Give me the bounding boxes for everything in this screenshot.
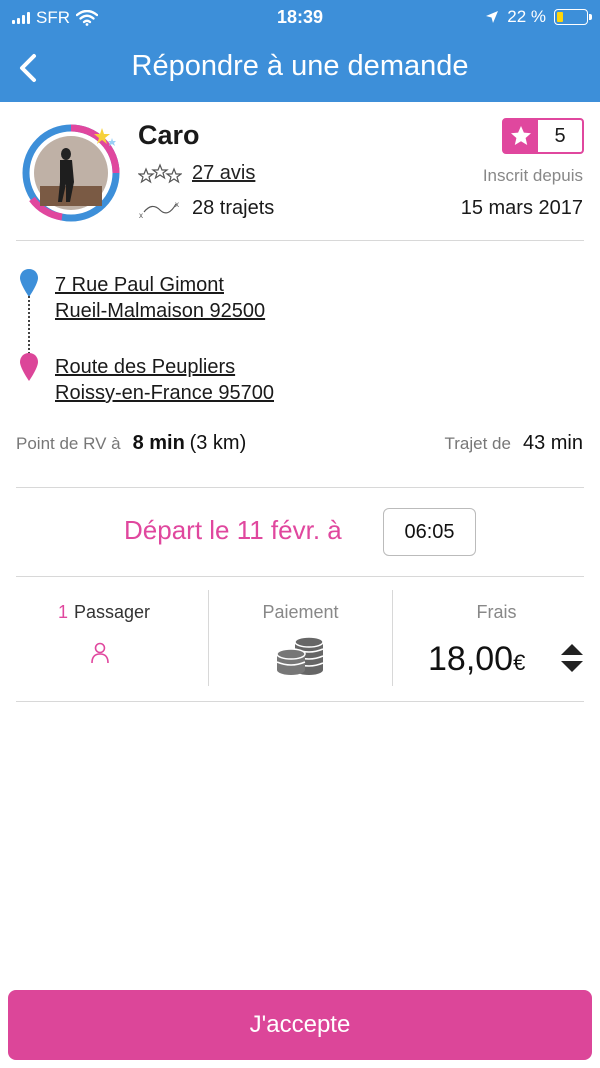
driver-name: Caro [138, 120, 200, 150]
reviews-link[interactable]: 27 avis [192, 162, 255, 185]
driver-profile: Caro 27 avis x x 28 trajets 5 Inscrit de… [0, 102, 600, 242]
passenger-column[interactable]: 1 Passager [0, 576, 208, 701]
header-bar: SFR 18:39 22 % Répondre à une demande [0, 0, 600, 102]
departure-time-field[interactable]: 06:05 [383, 508, 476, 556]
destination-city[interactable]: Roissy-en-France 95700 [55, 380, 274, 406]
navigation-bar: Répondre à une demande [0, 36, 600, 102]
divider [16, 240, 584, 241]
trip-duration-info: Trajet de 43 min [445, 432, 584, 455]
svg-text:x: x [139, 211, 143, 220]
accept-button[interactable]: J'accepte [8, 990, 592, 1060]
destination-pin-icon [20, 353, 38, 381]
trip-duration-label: Trajet de [444, 434, 511, 453]
member-since-date: 15 mars 2017 [460, 197, 583, 219]
origin-pin-icon [20, 269, 38, 297]
rating-value: 5 [554, 124, 566, 147]
price-stepper-icon[interactable] [560, 642, 584, 674]
trip-duration-value: 43 min [522, 432, 583, 454]
passenger-label-row: 1 Passager [0, 602, 208, 623]
origin-street[interactable]: 7 Rue Paul Gimont [55, 272, 265, 298]
payment-column[interactable]: Paiement [209, 576, 392, 701]
passenger-count: 1 [57, 602, 68, 622]
divider [16, 701, 584, 702]
meeting-point-info: Point de RV à 8 min (3 km) [16, 432, 246, 455]
trips-count: 28 trajets [192, 197, 275, 219]
trips-row: x x 28 trajets [138, 197, 274, 220]
route-icon: x x [139, 200, 179, 220]
meeting-distance: (3 km) [189, 432, 247, 454]
origin-city[interactable]: Rueil-Malmaison 92500 [55, 298, 265, 324]
passenger-label: Passager [73, 602, 151, 622]
meeting-label: Point de RV à [16, 434, 121, 453]
battery-icon [554, 9, 592, 25]
fees-label: Frais [476, 602, 517, 622]
svg-text:x: x [175, 200, 179, 209]
coins-icon [276, 636, 324, 675]
departure-label: Départ le 11 févr. à [124, 515, 342, 545]
avatar[interactable] [22, 124, 120, 222]
battery-fill [557, 12, 564, 22]
status-bar: SFR 18:39 22 % [0, 0, 600, 36]
price-value: 18,00€ [428, 640, 525, 679]
status-right: 22 % [485, 7, 592, 27]
battery-percent: 22 % [507, 7, 546, 26]
route-connector [28, 296, 30, 358]
divider [16, 487, 584, 488]
star-icon [504, 120, 538, 152]
origin-address[interactable]: 7 Rue Paul Gimont Rueil-Malmaison 92500 [55, 272, 265, 324]
member-since-label: Inscrit depuis [482, 166, 583, 185]
currency-symbol: € [513, 650, 526, 675]
stars-icon [138, 162, 182, 183]
price-amount: 18,00 [428, 640, 514, 678]
meeting-time: 8 min [132, 432, 185, 454]
page-title: Répondre à une demande [131, 50, 469, 82]
back-chevron-icon[interactable] [10, 48, 50, 88]
reviews-row[interactable]: 27 avis [138, 162, 255, 185]
payment-label: Paiement [262, 602, 339, 622]
destination-address[interactable]: Route des Peupliers Roissy-en-France 957… [55, 354, 274, 406]
rating-badge: 5 [502, 118, 584, 154]
location-arrow-icon [486, 11, 499, 23]
person-icon [91, 642, 109, 664]
details-section: 1 Passager Paiement Frais [0, 576, 600, 701]
fees-column: Frais [393, 576, 600, 701]
destination-street[interactable]: Route des Peupliers [55, 354, 274, 380]
